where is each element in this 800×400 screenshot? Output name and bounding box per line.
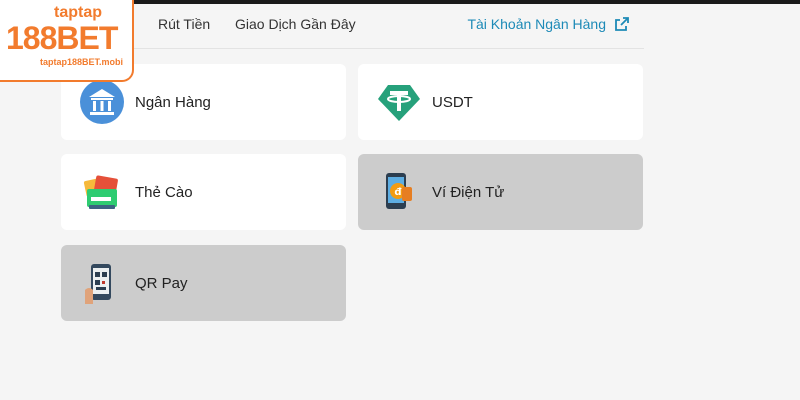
bank-account-link-label: Tài Khoản Ngân Hàng [467,16,606,32]
qr-phone-icon [79,260,125,306]
scratch-card-icon [79,169,125,215]
tab-bar: Rút Tiền Giao Dịch Gần Đây Tài Khoản Ngâ… [60,4,644,49]
bank-account-link[interactable]: Tài Khoản Ngân Hàng [467,16,630,32]
tab-recent-transactions[interactable]: Giao Dịch Gần Đây [235,16,356,32]
logo-brand: 188BET [6,20,118,56]
method-label: Ví Điện Tử [432,183,505,201]
external-link-icon [615,17,629,31]
brand-logo: taptap 188BET taptap188BET.mobi [0,0,134,82]
method-e-wallet-card[interactable]: đ Ví Điện Tử [358,154,643,230]
method-qr-pay-card[interactable]: QR Pay [61,245,346,321]
method-label: QR Pay [135,274,188,292]
method-label: Ngân Hàng [135,93,211,111]
method-scratch-card[interactable]: Thẻ Cào [61,154,346,230]
tab-withdraw[interactable]: Rút Tiền [158,16,210,32]
svg-text:đ: đ [394,187,402,198]
method-label: USDT [432,93,473,111]
method-usdt-card[interactable]: USDT [358,64,643,140]
tether-icon [376,79,422,125]
e-wallet-icon: đ [376,169,422,215]
bank-icon [79,79,125,125]
logo-domain: taptap188BET.mobi [40,57,124,67]
method-label: Thẻ Cào [135,183,193,201]
